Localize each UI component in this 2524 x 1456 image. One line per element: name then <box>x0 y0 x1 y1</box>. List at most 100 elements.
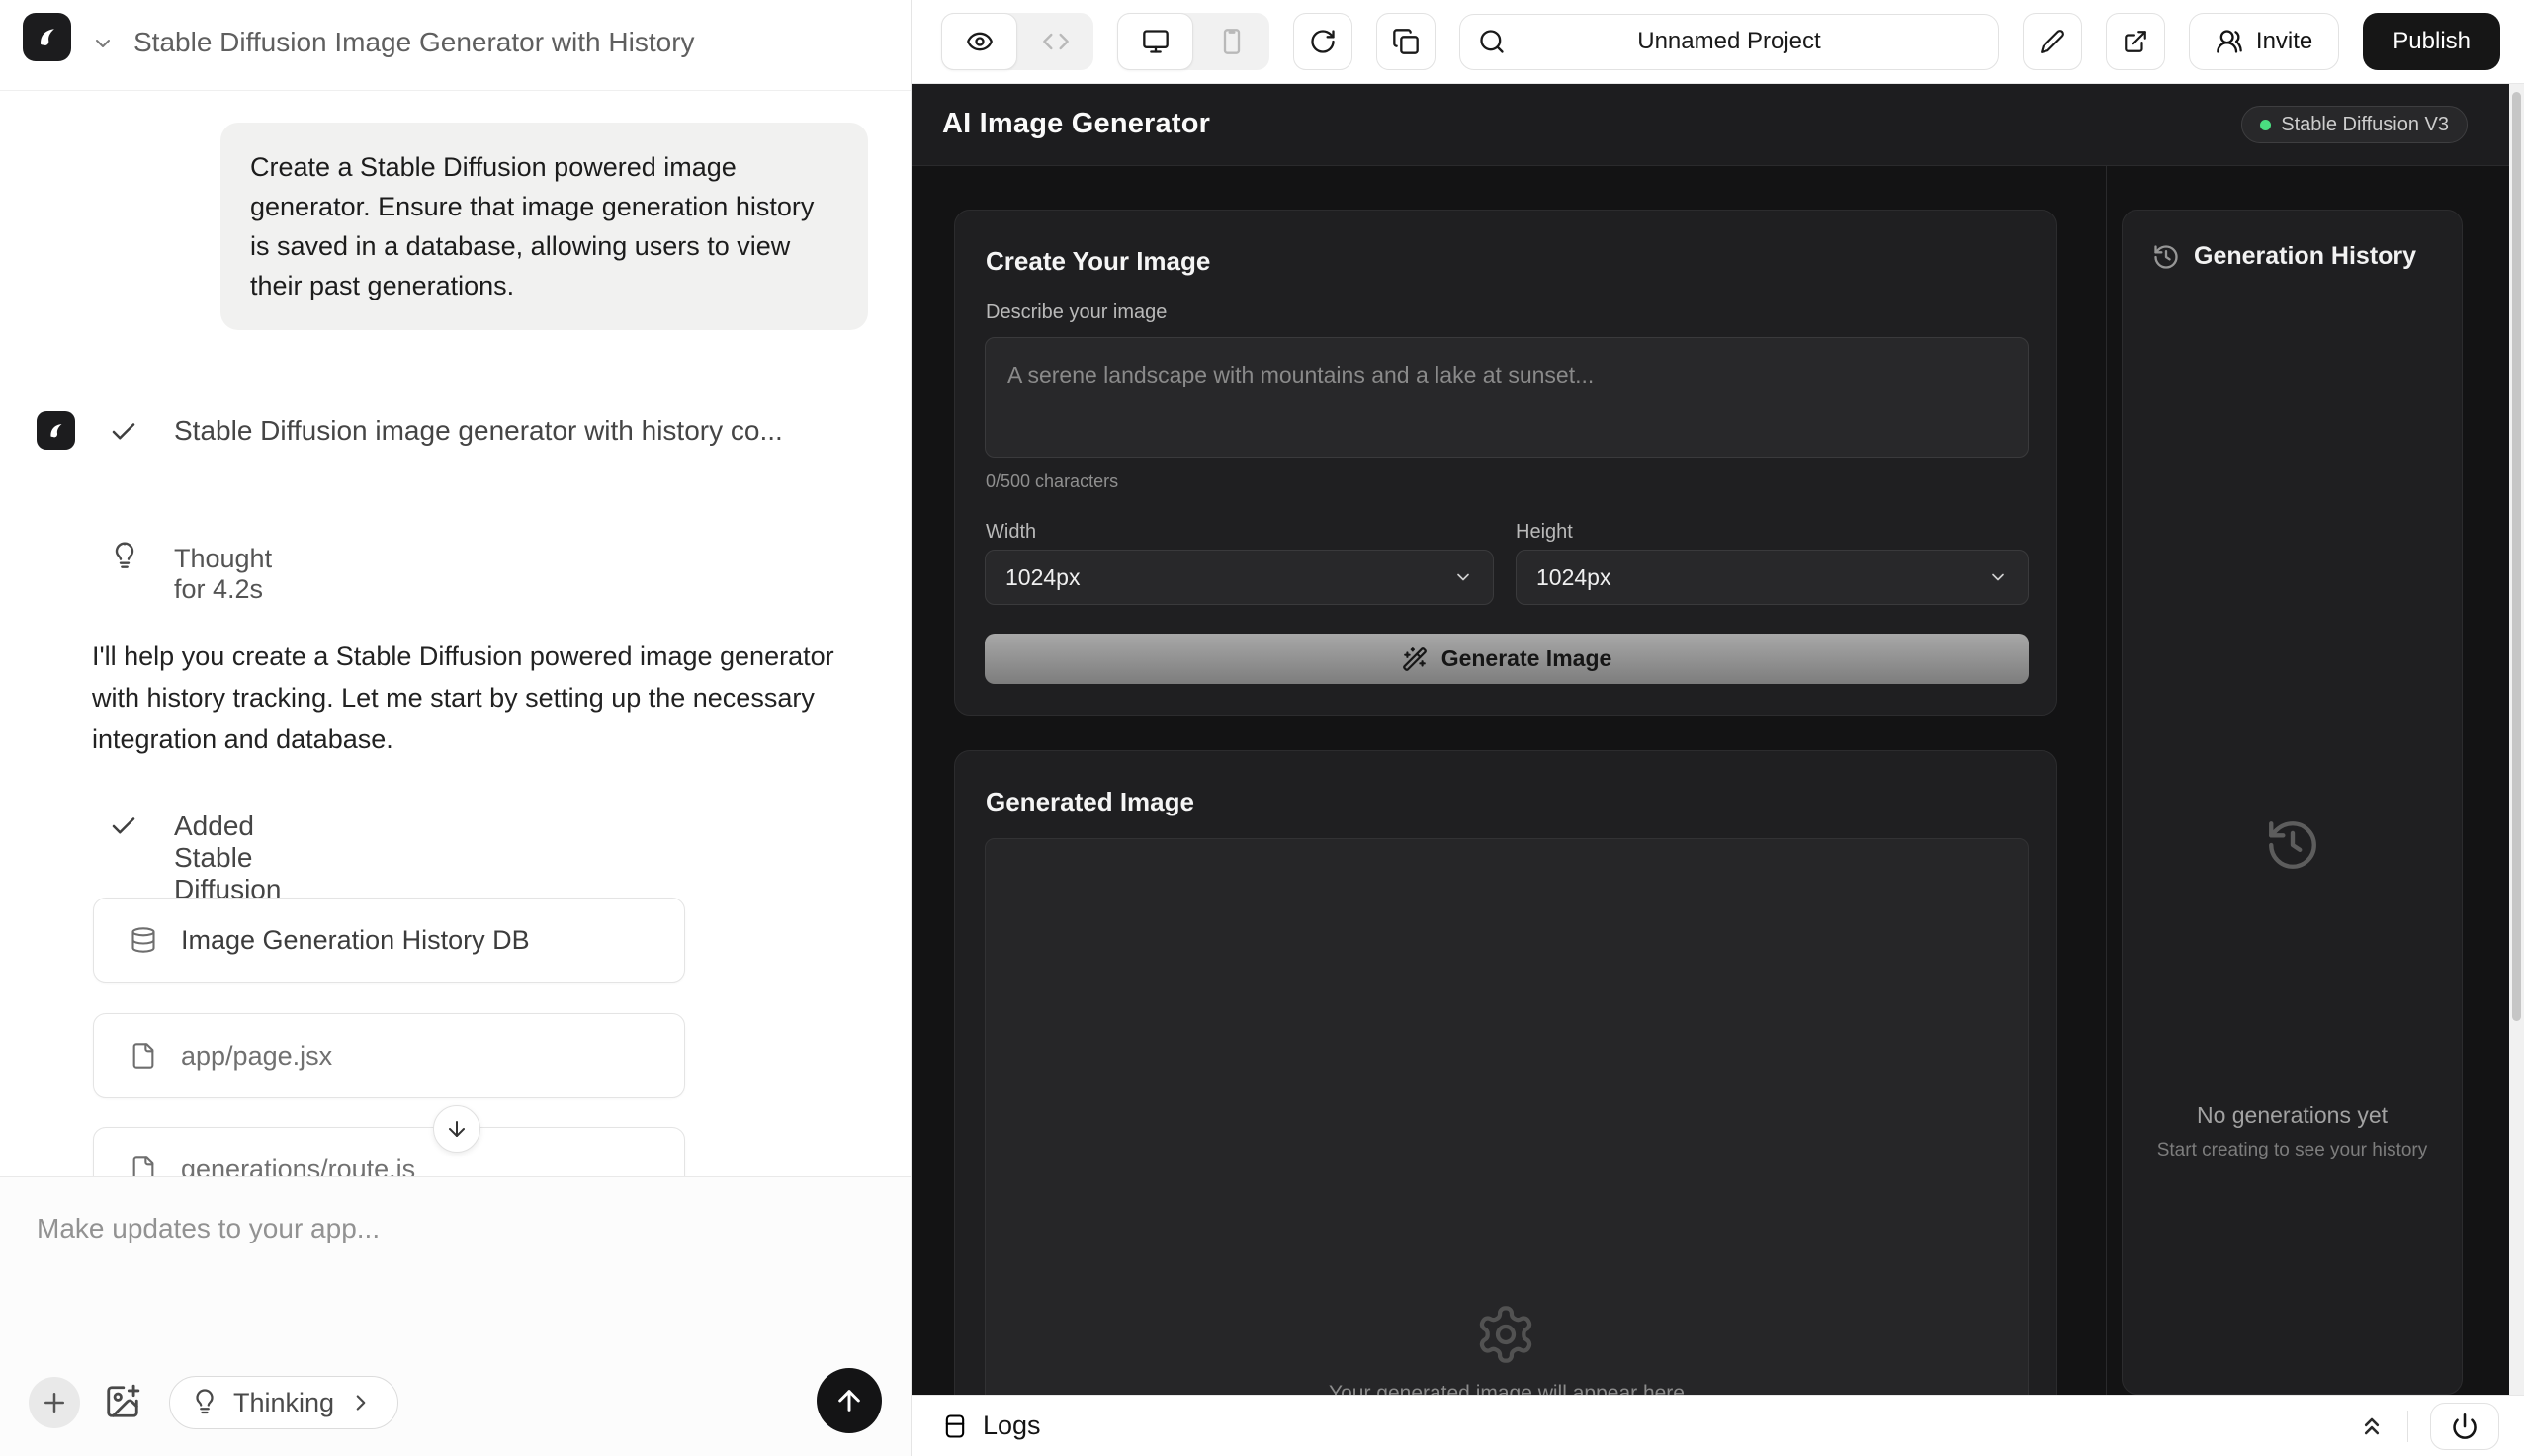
status-dot <box>2260 120 2271 130</box>
generate-image-button[interactable]: Generate Image <box>985 634 2029 684</box>
history-empty-icon <box>2123 816 2462 874</box>
gear-icon <box>1474 1303 1537 1366</box>
chat-messages: Create a Stable Diffusion powered image … <box>0 91 911 1176</box>
prompt-textarea[interactable] <box>1007 362 2006 433</box>
create-image-card: Create Your Image Describe your image 0/… <box>954 210 2057 716</box>
preview-mode-button[interactable] <box>941 13 1017 70</box>
lightbulb-icon <box>190 1388 219 1417</box>
wand-sparkles-icon <box>1402 646 1428 672</box>
task-title[interactable]: Stable Diffusion image generator with hi… <box>174 415 783 447</box>
open-in-new-tab-button[interactable] <box>2106 13 2165 70</box>
copy-icon <box>1392 28 1420 55</box>
add-image-button[interactable] <box>104 1383 141 1420</box>
project-name-bar[interactable]: Unnamed Project <box>1459 14 1999 70</box>
history-header: Generation History <box>2152 242 2416 271</box>
logs-toggle[interactable]: Logs <box>941 1411 1041 1441</box>
history-icon <box>2152 243 2180 271</box>
height-select[interactable]: 1024px <box>1516 550 2029 605</box>
send-button[interactable] <box>817 1368 882 1433</box>
thinking-mode-selector[interactable]: Thinking <box>169 1376 398 1429</box>
check-icon <box>109 417 138 447</box>
preview-body: Create Your Image Describe your image 0/… <box>912 166 2509 1395</box>
chevron-down-icon <box>1453 567 1473 587</box>
preview-divider <box>2106 166 2107 1395</box>
composer-placeholder[interactable]: Make updates to your app... <box>37 1213 380 1244</box>
invite-button[interactable]: Invite <box>2189 13 2339 70</box>
file-icon <box>130 1156 157 1176</box>
copy-button[interactable] <box>1376 13 1436 70</box>
height-value: 1024px <box>1536 564 1610 591</box>
app-preview: AI Image Generator Stable Diffusion V3 C… <box>912 84 2509 1395</box>
external-link-icon <box>2123 29 2148 54</box>
rename-button[interactable] <box>2023 13 2082 70</box>
user-message-bubble: Create a Stable Diffusion powered image … <box>220 123 868 330</box>
code-icon <box>1042 28 1070 55</box>
refresh-icon <box>1309 28 1337 55</box>
model-badge: Stable Diffusion V3 <box>2241 106 2468 143</box>
model-badge-label: Stable Diffusion V3 <box>2281 114 2449 136</box>
chevron-right-icon <box>348 1390 374 1415</box>
height-label: Height <box>1516 521 1573 544</box>
mobile-view-button[interactable] <box>1193 13 1269 70</box>
plus-icon <box>40 1388 69 1417</box>
history-empty-subtitle: Start creating to see your history <box>2123 1140 2462 1161</box>
monitor-icon <box>1142 28 1170 55</box>
task-title-row: Stable Diffusion image generator with hi… <box>0 415 911 455</box>
width-select[interactable]: 1024px <box>985 550 1494 605</box>
check-icon <box>109 812 138 841</box>
generate-button-label: Generate Image <box>1441 645 1612 672</box>
history-title: Generation History <box>2194 242 2416 271</box>
chat-title: Stable Diffusion Image Generator with Hi… <box>133 27 695 58</box>
assistant-paragraph: I'll help you create a Stable Diffusion … <box>92 636 873 760</box>
image-plus-icon <box>104 1383 141 1420</box>
database-icon <box>130 926 157 954</box>
generated-card-title: Generated Image <box>986 787 1194 817</box>
search-icon <box>1478 28 1506 55</box>
add-attachment-button[interactable] <box>29 1377 80 1428</box>
desktop-view-button[interactable] <box>1117 13 1193 70</box>
artifact-label: app/page.jsx <box>181 1041 332 1071</box>
power-button[interactable] <box>2430 1403 2499 1450</box>
view-mode-segment <box>941 13 1093 70</box>
chevron-down-icon <box>1988 567 2008 587</box>
width-value: 1024px <box>1005 564 1080 591</box>
thinking-label: Thinking <box>233 1388 334 1418</box>
invite-label: Invite <box>2256 28 2312 55</box>
preview-scrollbar[interactable] <box>2509 84 2524 1395</box>
artifact-label: Image Generation History DB <box>181 925 530 956</box>
assistant-avatar <box>37 411 75 450</box>
workspace-panel: Unnamed Project Invite Publish AI Image … <box>912 0 2524 1456</box>
logs-panel-icon <box>941 1413 969 1440</box>
preview-toolbar: Unnamed Project Invite Publish <box>912 0 2524 84</box>
app-logo[interactable] <box>23 13 71 61</box>
arrow-up-icon <box>833 1385 865 1416</box>
prompt-textarea-wrap <box>985 337 2029 458</box>
generation-history-panel: Generation History No generations yet St… <box>2122 210 2463 1395</box>
artifact-card-page[interactable]: app/page.jsx <box>93 1013 685 1098</box>
pencil-icon <box>2040 29 2065 54</box>
scroll-to-bottom-button[interactable] <box>433 1105 480 1153</box>
chevrons-up-icon[interactable] <box>2358 1413 2386 1440</box>
artifact-card-database[interactable]: Image Generation History DB <box>93 898 685 983</box>
power-icon <box>2451 1413 2479 1440</box>
char-counter: 0/500 characters <box>986 471 1118 492</box>
logs-actions <box>2358 1403 2499 1450</box>
scrollbar-thumb[interactable] <box>2512 92 2521 1021</box>
refresh-button[interactable] <box>1293 13 1352 70</box>
artifact-card-route[interactable]: generations/route.js <box>93 1127 685 1176</box>
width-label: Width <box>986 521 1036 544</box>
composer[interactable]: Make updates to your app... Thinking <box>0 1176 911 1456</box>
prompt-label: Describe your image <box>986 301 1167 324</box>
preview-app-title: AI Image Generator <box>942 108 1210 140</box>
eye-icon <box>966 28 994 55</box>
arrow-down-icon <box>445 1117 469 1141</box>
preview-app-header: AI Image Generator Stable Diffusion V3 <box>912 84 2509 166</box>
logo-swoosh-icon <box>44 419 68 443</box>
publish-button[interactable]: Publish <box>2363 13 2500 70</box>
thought-duration: Thought for 4.2s <box>174 544 272 605</box>
device-segment <box>1117 13 1269 70</box>
history-empty-title: No generations yet <box>2123 1102 2462 1129</box>
logo-swoosh-icon <box>33 23 62 52</box>
code-mode-button[interactable] <box>1017 13 1093 70</box>
chevron-down-icon[interactable] <box>91 32 115 55</box>
